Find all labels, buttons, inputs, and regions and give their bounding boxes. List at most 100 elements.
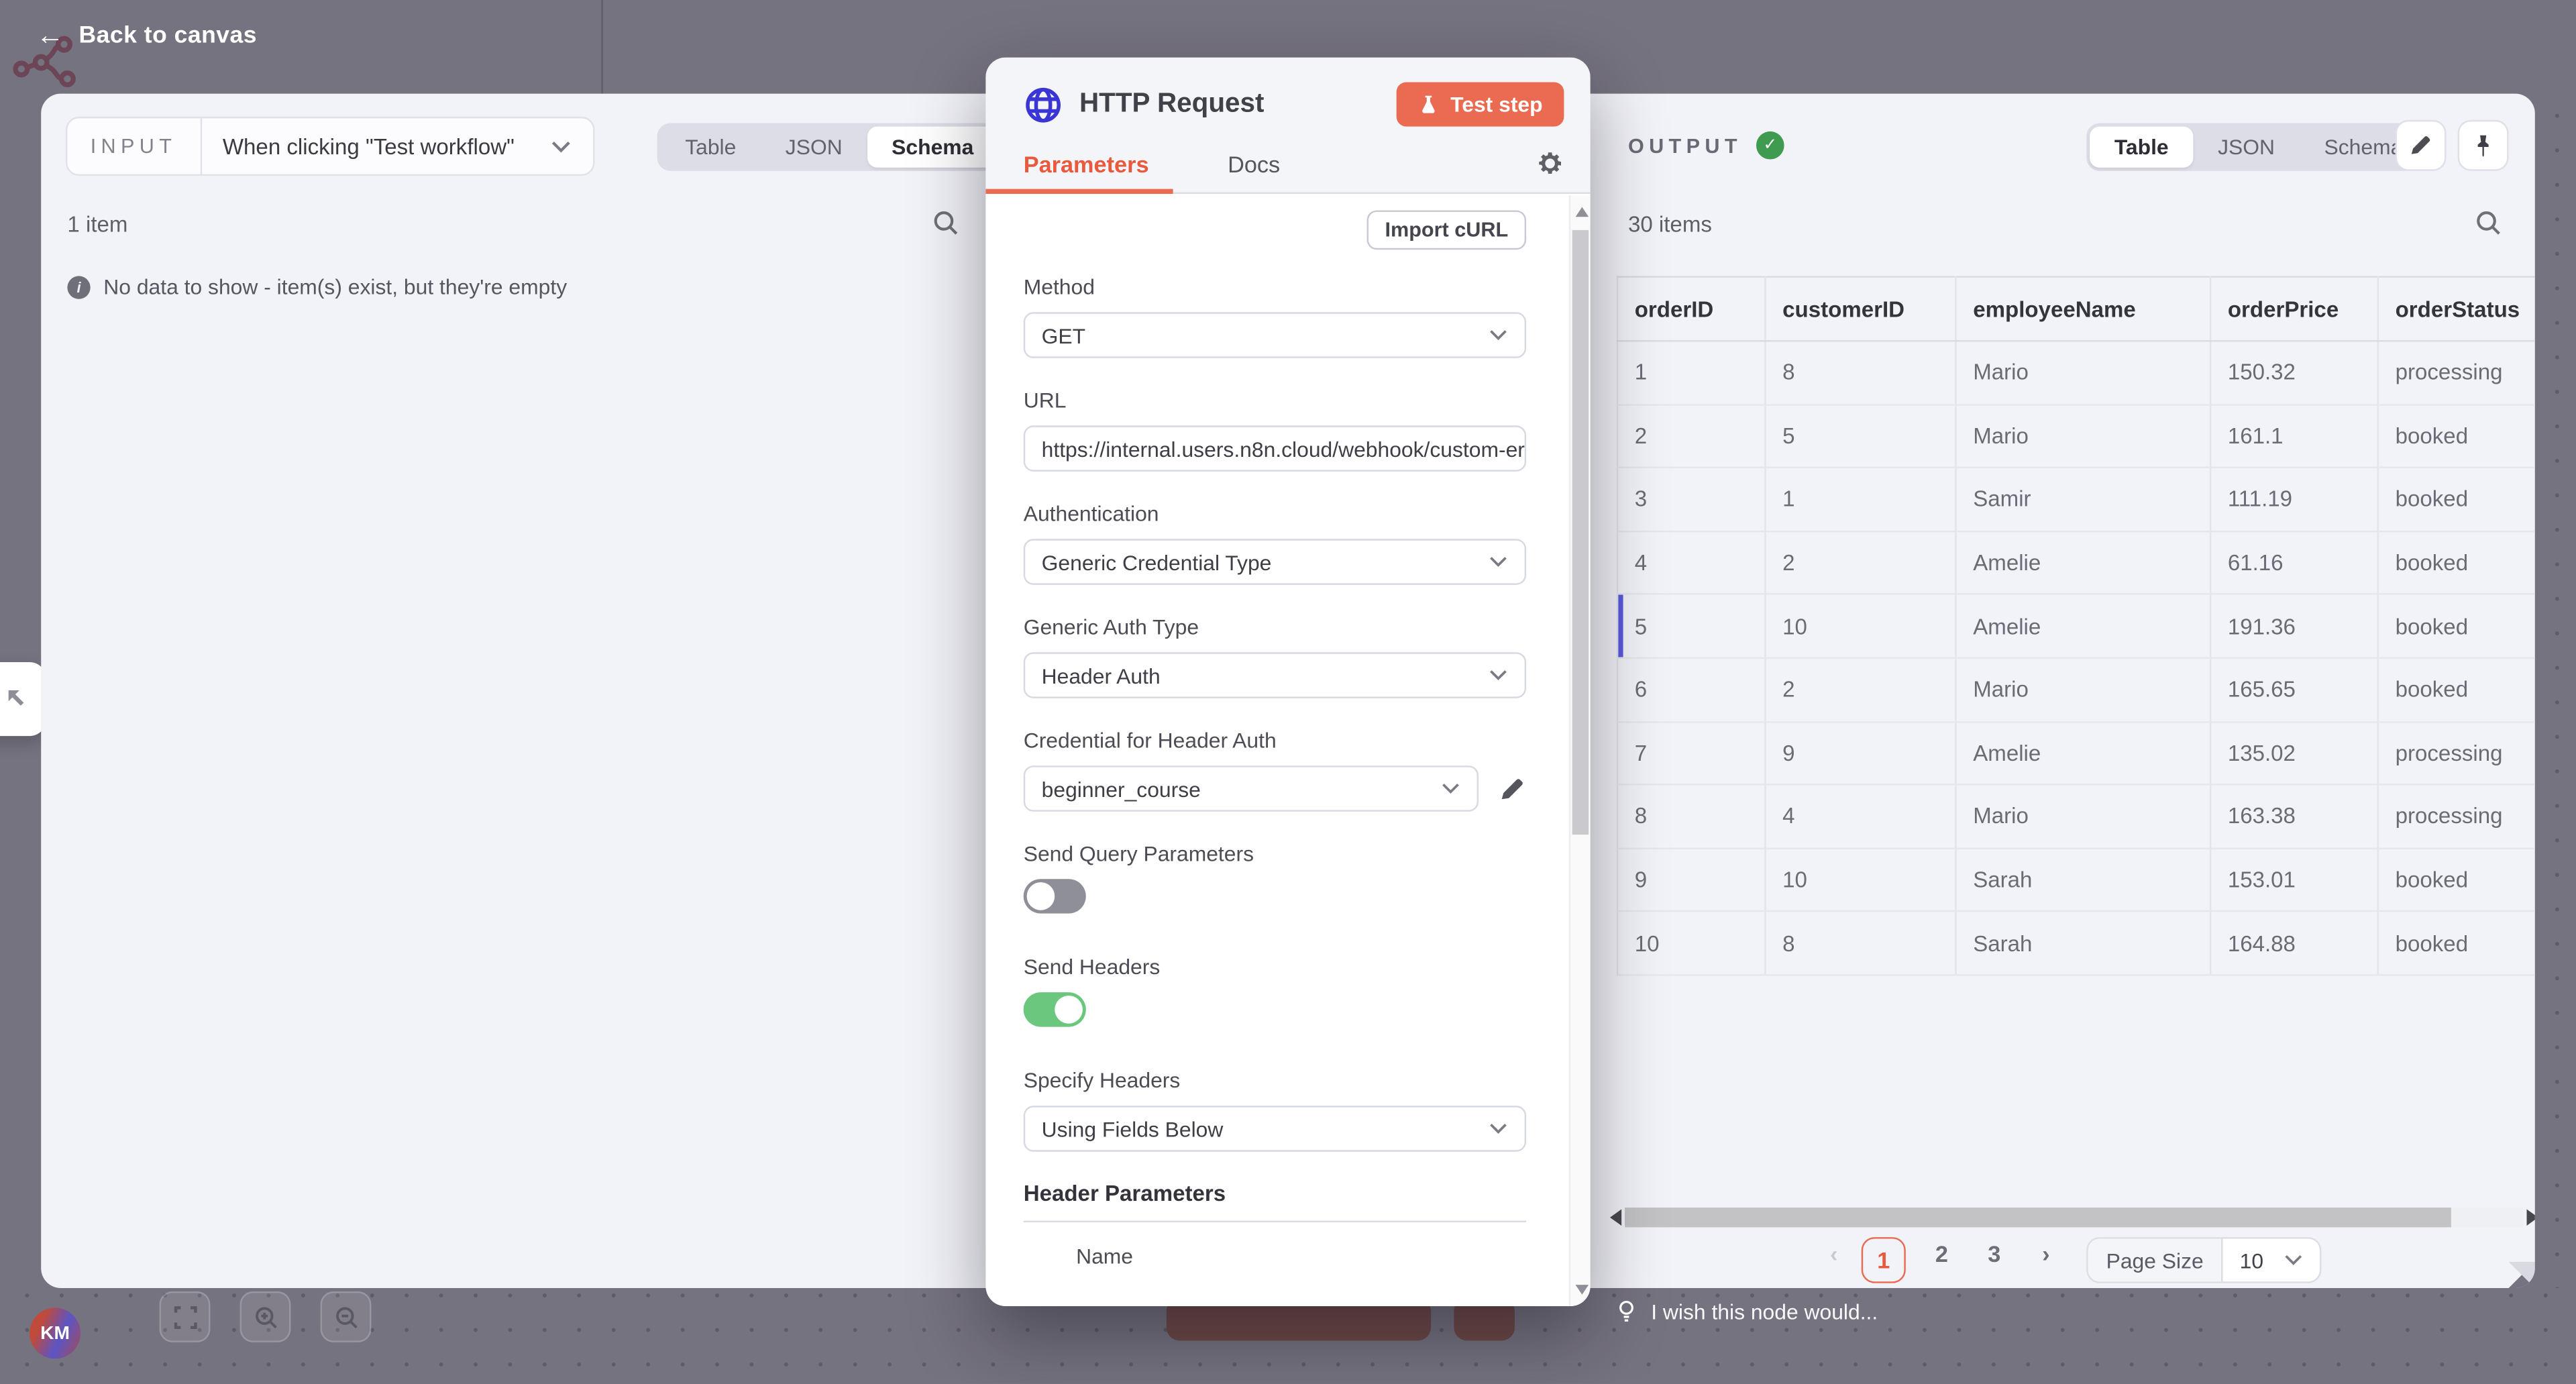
input-tab-schema[interactable]: Schema (867, 127, 998, 168)
field-label: Credential for Header Auth (1024, 728, 1526, 753)
pagination-prev[interactable]: ‹ (1830, 1240, 1837, 1267)
table-cell: 61.16 (2210, 531, 2378, 595)
credential-value: beginner_course (1042, 776, 1201, 801)
output-tab-table[interactable]: Table (2090, 127, 2193, 168)
back-arrow-icon: ← (36, 21, 64, 50)
tab-parameters[interactable]: Parameters (1024, 150, 1149, 176)
test-step-label: Test step (1450, 92, 1542, 117)
table-row[interactable]: 18Mario150.32processing (1617, 341, 2535, 405)
modal-scrollbar[interactable] (1569, 195, 1591, 1306)
scroll-left-icon[interactable] (1610, 1209, 1621, 1225)
pagination-page-1[interactable]: 1 (1862, 1237, 1906, 1283)
table-cell: Sarah (1956, 912, 2211, 975)
node-feedback-link[interactable]: I wish this node would... (1615, 1299, 1878, 1324)
send-headers-toggle[interactable] (1024, 992, 1086, 1026)
output-tab-json[interactable]: JSON (2193, 127, 2299, 168)
import-curl-button[interactable]: Import cURL (1367, 210, 1527, 250)
method-value: GET (1042, 323, 1085, 348)
parameters-form: Import cURL Method GET URL https://inter… (985, 195, 1568, 1306)
input-tab-table[interactable]: Table (660, 127, 761, 168)
chevron-down-icon (551, 139, 572, 154)
scroll-up-icon[interactable] (1576, 207, 1589, 217)
pagination-next[interactable]: › (2042, 1240, 2049, 1267)
method-select[interactable]: GET (1024, 312, 1526, 358)
header-parameters-section: Header Parameters (1024, 1181, 1526, 1222)
column-header: customerID (1765, 277, 1955, 341)
ndv-overlay: ← Back to canvas INPUT When clicking "Te… (0, 0, 2576, 1383)
field-label: Authentication (1024, 501, 1526, 526)
pagination-page-2[interactable]: 2 (1935, 1240, 1948, 1267)
scrollbar-thumb[interactable] (1572, 230, 1589, 835)
pin-data-button[interactable] (2458, 120, 2509, 171)
table-cell: Mario (1956, 341, 2211, 405)
field-label: Method (1024, 274, 1526, 299)
table-row[interactable]: 910Sarah153.01booked (1617, 848, 2535, 912)
table-cell: Samir (1956, 468, 2211, 531)
table-cell: processing (2378, 341, 2535, 405)
page-size-select[interactable]: Page Size 10 (2086, 1237, 2321, 1283)
gear-icon[interactable] (1536, 150, 1564, 178)
input-tab-json[interactable]: JSON (761, 127, 867, 168)
search-icon[interactable] (932, 209, 961, 238)
edit-output-button[interactable] (2396, 120, 2447, 171)
pencil-icon[interactable] (1498, 775, 1526, 803)
send-query-parameters-toggle[interactable] (1024, 879, 1086, 913)
pencil-icon (2408, 133, 2433, 158)
test-step-button[interactable]: Test step (1396, 82, 1564, 126)
field-label: Generic Auth Type (1024, 615, 1526, 639)
input-panel-title: INPUT (67, 118, 199, 174)
table-cell: 8 (1765, 341, 1955, 405)
output-table-wrap: orderIDcustomerIDemployeeNameorderPriceo… (1617, 276, 2535, 975)
fit-view-button[interactable] (160, 1291, 211, 1342)
field-label: Send Query Parameters (1024, 841, 1526, 866)
generic-auth-type-select[interactable]: Header Auth (1024, 652, 1526, 698)
table-cell: 1 (1765, 468, 1955, 531)
scroll-down-icon[interactable] (1576, 1285, 1589, 1295)
field-label: Send Headers (1024, 955, 1526, 979)
table-row[interactable]: 62Mario165.65booked (1617, 658, 2535, 722)
zoom-in-icon (252, 1303, 278, 1330)
scrollbar-thumb[interactable] (1625, 1208, 2451, 1227)
credential-select[interactable]: beginner_course (1024, 765, 1479, 812)
table-cell: Amelie (1956, 594, 2211, 658)
authentication-select[interactable]: Generic Credential Type (1024, 539, 1526, 585)
avatar[interactable]: KM (30, 1308, 80, 1359)
zoom-in-button[interactable] (240, 1291, 291, 1342)
globe-icon (1024, 85, 1063, 124)
wish-text: I wish this node would... (1651, 1299, 1878, 1324)
specify-headers-select[interactable]: Using Fields Below (1024, 1106, 1526, 1152)
search-icon[interactable] (2474, 209, 2504, 238)
input-source-value: When clicking "Test workflow" (223, 134, 515, 159)
url-input[interactable]: https://internal.users.n8n.cloud/webhook… (1024, 425, 1526, 472)
table-row[interactable]: 42Amelie61.16booked (1617, 531, 2535, 595)
table-row[interactable]: 25Mario161.1booked (1617, 405, 2535, 468)
input-source-dropdown[interactable]: When clicking "Test workflow" (201, 118, 593, 174)
table-cell: 164.88 (2210, 912, 2378, 975)
pagination-page-3[interactable]: 3 (1988, 1240, 2000, 1267)
table-row[interactable]: 31Samir111.19booked (1617, 468, 2535, 531)
table-row[interactable]: 510Amelie191.36booked (1617, 594, 2535, 658)
input-items-count: 1 item (67, 212, 127, 237)
back-to-canvas[interactable]: ← Back to canvas (36, 21, 257, 50)
input-empty-message: No data to show - item(s) exist, but the… (103, 274, 567, 299)
canvas-gridline (601, 0, 602, 94)
info-icon: i (67, 275, 90, 298)
table-row[interactable]: 79Amelie135.02processing (1617, 721, 2535, 785)
canvas-cursor-tool[interactable] (0, 662, 46, 736)
table-cell: Sarah (1956, 848, 2211, 912)
node-title: HTTP Request (1079, 89, 1380, 120)
table-cell: 191.36 (2210, 594, 2378, 658)
tab-docs[interactable]: Docs (1228, 150, 1280, 176)
field-label: Specify Headers (1024, 1068, 1526, 1093)
node-details-modal: HTTP Request Test step Parameters Docs I… (985, 58, 1590, 1306)
horizontal-scrollbar[interactable] (1625, 1208, 2524, 1227)
column-header: orderID (1617, 277, 1765, 341)
input-source-box: INPUT When clicking "Test workflow" (66, 117, 595, 176)
table-row[interactable]: 108Sarah164.88booked (1617, 912, 2535, 975)
table-row[interactable]: 84Mario163.38processing (1617, 785, 2535, 849)
zoom-out-button[interactable] (321, 1291, 372, 1342)
specify-headers-value: Using Fields Below (1042, 1116, 1224, 1141)
scroll-right-icon[interactable] (2527, 1209, 2535, 1225)
table-cell: Mario (1956, 405, 2211, 468)
field-method: Method GET (1024, 274, 1526, 358)
